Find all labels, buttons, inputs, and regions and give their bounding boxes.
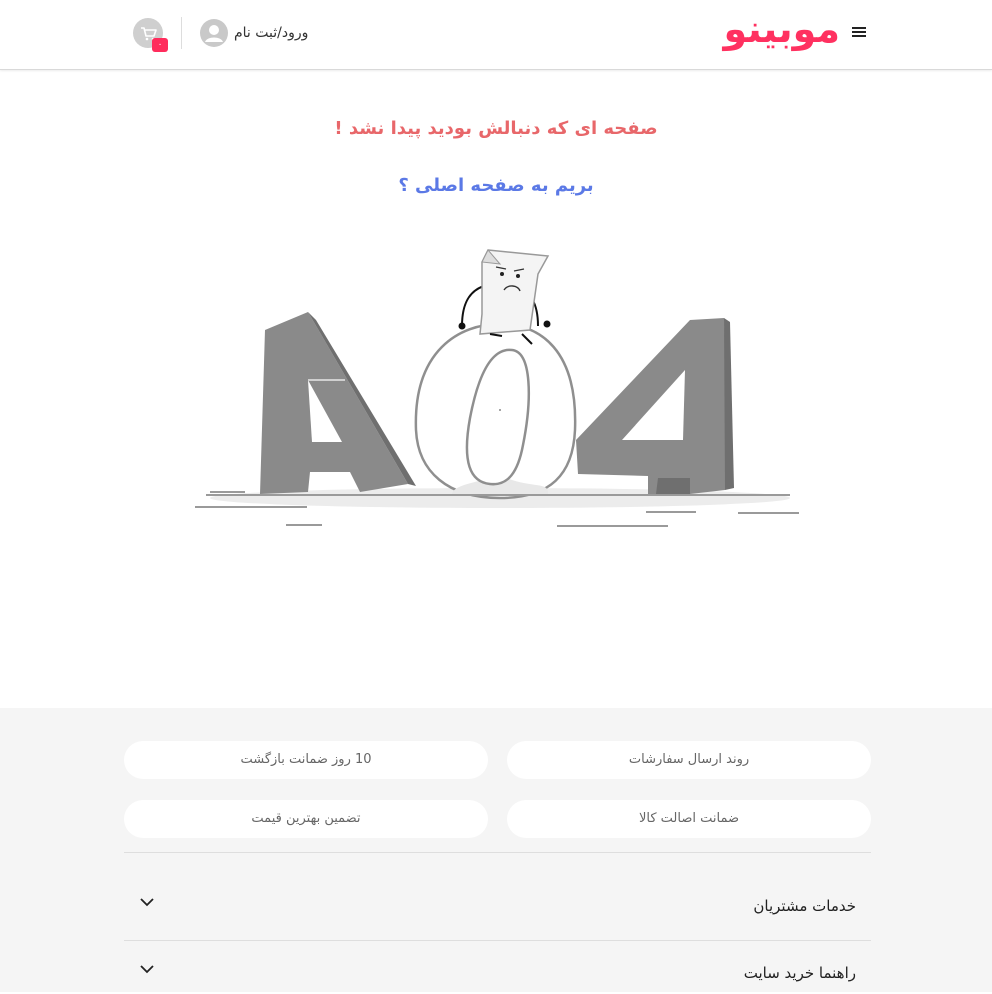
service-order-process[interactable]: روند ارسال سفارشات	[507, 741, 871, 779]
login-register-label: ورود/ثبت نام	[234, 25, 309, 41]
service-best-price[interactable]: تضمین بهترین قیمت	[124, 800, 488, 838]
hamburger-menu-icon[interactable]	[850, 24, 868, 40]
accordion-customer-services[interactable]: خدمات مشتریان	[124, 887, 871, 927]
not-found-title: صفحه ای که دنبالش بودید پیدا نشد !	[334, 118, 658, 139]
chevron-down-icon	[140, 898, 154, 907]
site-logo[interactable]: موبینو	[724, 6, 840, 52]
cart-count-badge: ۰	[152, 38, 168, 52]
digit-four-right	[576, 318, 734, 494]
accordion-purchase-guide[interactable]: راهنما خرید سایت	[124, 954, 871, 994]
footer-divider	[124, 940, 871, 941]
service-return-guarantee[interactable]: 10 روز ضمانت بازگشت	[124, 741, 488, 779]
site-footer: روند ارسال سفارشات 10 روز ضمانت بازگشت ض…	[0, 708, 992, 992]
back-to-home-link[interactable]: بریم به صفحه اصلی ؟	[0, 175, 992, 196]
chevron-down-icon	[140, 965, 154, 974]
cart-button[interactable]: ۰	[133, 18, 171, 56]
header-divider	[181, 17, 182, 49]
404-illustration	[195, 249, 799, 527]
site-header: موبینو ورود/ثبت نام ۰	[0, 0, 992, 70]
service-authenticity-guarantee[interactable]: ضمانت اصالت کالا	[507, 800, 871, 838]
digit-zero-center	[414, 322, 577, 500]
login-register-button[interactable]: ورود/ثبت نام	[200, 18, 324, 50]
accordion-label: راهنما خرید سایت	[743, 964, 856, 982]
accordion-label: خدمات مشتریان	[753, 897, 856, 915]
footer-divider	[124, 852, 871, 853]
user-avatar-icon	[200, 19, 228, 47]
digit-four-left	[260, 312, 416, 494]
